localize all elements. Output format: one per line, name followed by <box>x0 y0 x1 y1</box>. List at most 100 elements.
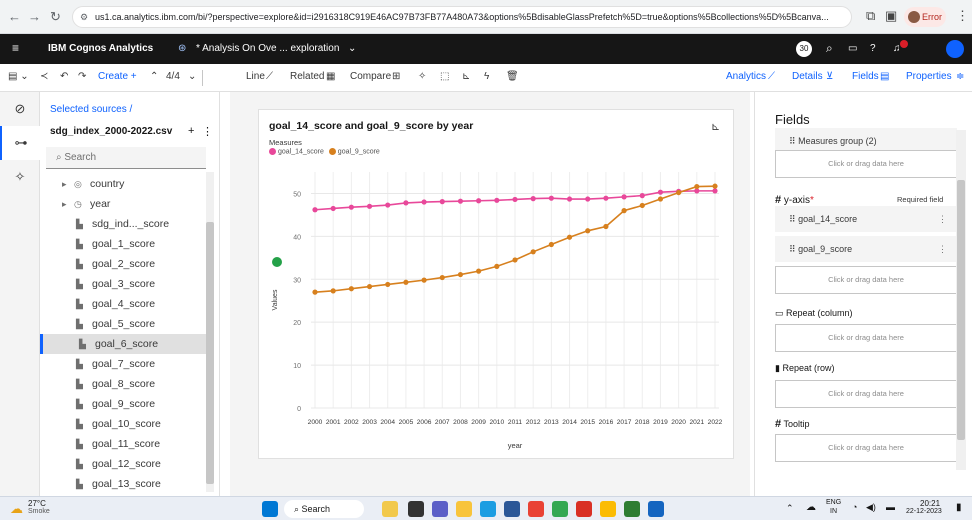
tree-group-item[interactable]: ▸ ◷ year <box>40 194 208 214</box>
item-menu-icon[interactable]: ⋮ <box>938 236 947 262</box>
data-point[interactable] <box>348 204 354 210</box>
store-icon[interactable] <box>504 501 520 517</box>
data-point[interactable] <box>439 274 445 281</box>
y-axis-badge[interactable] <box>272 257 282 267</box>
data-point[interactable] <box>312 207 318 213</box>
tree-item[interactable]: ▙ sdg_ind..._score <box>40 214 208 234</box>
tab-details[interactable]: Details <box>792 71 823 82</box>
search-input[interactable]: ⌕ Search <box>46 147 206 169</box>
data-point[interactable] <box>639 193 645 199</box>
extensions-icon[interactable]: ⧉ <box>866 8 875 24</box>
expand-chevron-icon[interactable]: ▸ <box>62 174 74 194</box>
drop-zone-y-axis[interactable]: Click or drag data here <box>775 266 957 294</box>
tab-fields[interactable]: Fields <box>852 71 879 82</box>
app-icon-2[interactable] <box>648 501 664 517</box>
data-point[interactable] <box>457 271 464 278</box>
tree-item[interactable]: ▙ goal_1_score <box>40 234 208 254</box>
data-point[interactable] <box>621 208 627 214</box>
file-explorer-icon[interactable] <box>456 501 472 517</box>
app-icon[interactable] <box>624 501 640 517</box>
widgets-icon[interactable] <box>382 501 398 517</box>
data-point[interactable] <box>712 183 718 189</box>
chrome-icon-2[interactable] <box>552 501 568 517</box>
tab-analytics[interactable]: Analytics <box>726 71 766 82</box>
sidebar-icon[interactable]: ▣ <box>885 8 897 24</box>
data-point[interactable] <box>530 249 536 255</box>
data-point[interactable] <box>385 202 391 208</box>
data-point[interactable] <box>621 194 627 200</box>
language[interactable]: ENG <box>826 499 841 506</box>
tree-item[interactable]: ▙ goal_13_score <box>40 474 208 494</box>
back-icon[interactable]: ← <box>8 9 21 24</box>
filter-icon[interactable]: ϟ <box>484 71 489 82</box>
breadcrumb[interactable]: Selected sources / <box>50 104 132 115</box>
data-point[interactable] <box>603 223 609 230</box>
profile-error-button[interactable]: Error <box>904 7 946 27</box>
search-icon[interactable]: ⌕ <box>826 41 833 56</box>
clock-time[interactable]: 20:21 <box>920 499 940 508</box>
data-point[interactable] <box>712 188 718 194</box>
data-point[interactable] <box>694 183 700 190</box>
related-button[interactable]: Related <box>290 71 324 82</box>
tree-item[interactable]: ▙ goal_5_score <box>40 314 208 334</box>
chrome-icon-4[interactable] <box>600 501 616 517</box>
data-sources-icon[interactable]: ⊘ <box>0 92 40 126</box>
document-title[interactable]: * Analysis On Ove ... exploration <box>196 43 339 54</box>
data-point[interactable] <box>585 196 591 202</box>
data-tree-icon[interactable]: ⊶ <box>0 126 40 160</box>
tray-chevron-icon[interactable]: ⌃ <box>786 503 794 514</box>
browser-menu-icon[interactable]: ⋮ <box>956 8 969 24</box>
expand-chevron-icon[interactable]: ▸ <box>62 194 74 214</box>
data-point[interactable] <box>530 196 536 202</box>
data-point[interactable] <box>366 203 373 209</box>
data-point[interactable] <box>585 228 591 234</box>
tree-item[interactable]: ▙ goal_2_score <box>40 254 208 274</box>
forward-icon[interactable]: → <box>28 9 41 24</box>
tree-item[interactable]: ▙ goal_12_score <box>40 454 208 474</box>
delete-icon[interactable]: 🗑 <box>506 71 519 82</box>
data-point[interactable] <box>348 286 354 292</box>
data-point[interactable] <box>330 288 336 294</box>
drop-zone-repeat-row[interactable]: Click or drag data here <box>775 380 957 408</box>
chart-card[interactable]: goal_14_score and goal_9_score by year ⊾… <box>258 109 734 459</box>
user-count-badge[interactable]: 30 <box>796 41 812 57</box>
help-icon[interactable]: ? <box>870 43 876 54</box>
profile-avatar[interactable] <box>946 40 964 58</box>
data-point[interactable] <box>439 199 445 205</box>
share-icon[interactable]: ≺ <box>40 71 48 82</box>
drop-zone-tooltip[interactable]: Click or drag data here <box>775 434 957 462</box>
chat-icon[interactable]: ▭ <box>848 43 857 54</box>
data-point[interactable] <box>312 289 318 295</box>
reload-icon[interactable]: ↻ <box>50 9 61 25</box>
teams-icon[interactable] <box>432 501 448 517</box>
create-button[interactable]: Create + <box>98 71 137 82</box>
address-bar[interactable]: ⚙ us1.ca.analytics.ibm.com/bi/?perspecti… <box>72 6 852 28</box>
data-point[interactable] <box>494 263 500 269</box>
battery-icon[interactable]: ▬ <box>886 502 895 512</box>
tree-item[interactable]: ▙ goal_3_score <box>40 274 208 294</box>
compare-button[interactable]: Compare <box>350 71 391 82</box>
wifi-icon[interactable]: ◔ <box>852 502 857 512</box>
y-axis-item-goal-9[interactable]: ⠿ goal_9_score ⋮ <box>775 236 957 262</box>
tree-item[interactable]: ▙ goal_9_score <box>40 394 208 414</box>
drop-zone-repeat-column[interactable]: Click or drag data here <box>775 324 957 352</box>
data-point[interactable] <box>457 198 464 204</box>
task-view-icon[interactable] <box>408 501 424 517</box>
data-point[interactable] <box>512 196 518 203</box>
volume-icon[interactable]: ◀) <box>866 502 876 513</box>
data-point[interactable] <box>566 196 573 202</box>
chrome-icon-3[interactable] <box>576 501 592 517</box>
notification-center-icon[interactable]: ▮ <box>956 502 962 513</box>
y-axis-item-goal-14[interactable]: ⠿ goal_14_score ⋮ <box>775 206 957 232</box>
add-source-icon[interactable]: + <box>188 125 194 137</box>
data-point[interactable] <box>421 277 427 283</box>
data-point[interactable] <box>403 200 409 206</box>
tree-group-item[interactable]: ▸ ◎ country <box>40 174 208 194</box>
fields-scrollbar[interactable] <box>956 130 966 470</box>
data-point[interactable] <box>657 196 664 202</box>
tree-item[interactable]: ▙ goal_6_score <box>40 334 208 354</box>
data-point[interactable] <box>657 189 664 195</box>
view-switcher-icon[interactable]: ▤ ⌄ <box>8 71 29 82</box>
data-point[interactable] <box>366 283 373 290</box>
redo-icon[interactable]: ↷ <box>78 71 86 82</box>
